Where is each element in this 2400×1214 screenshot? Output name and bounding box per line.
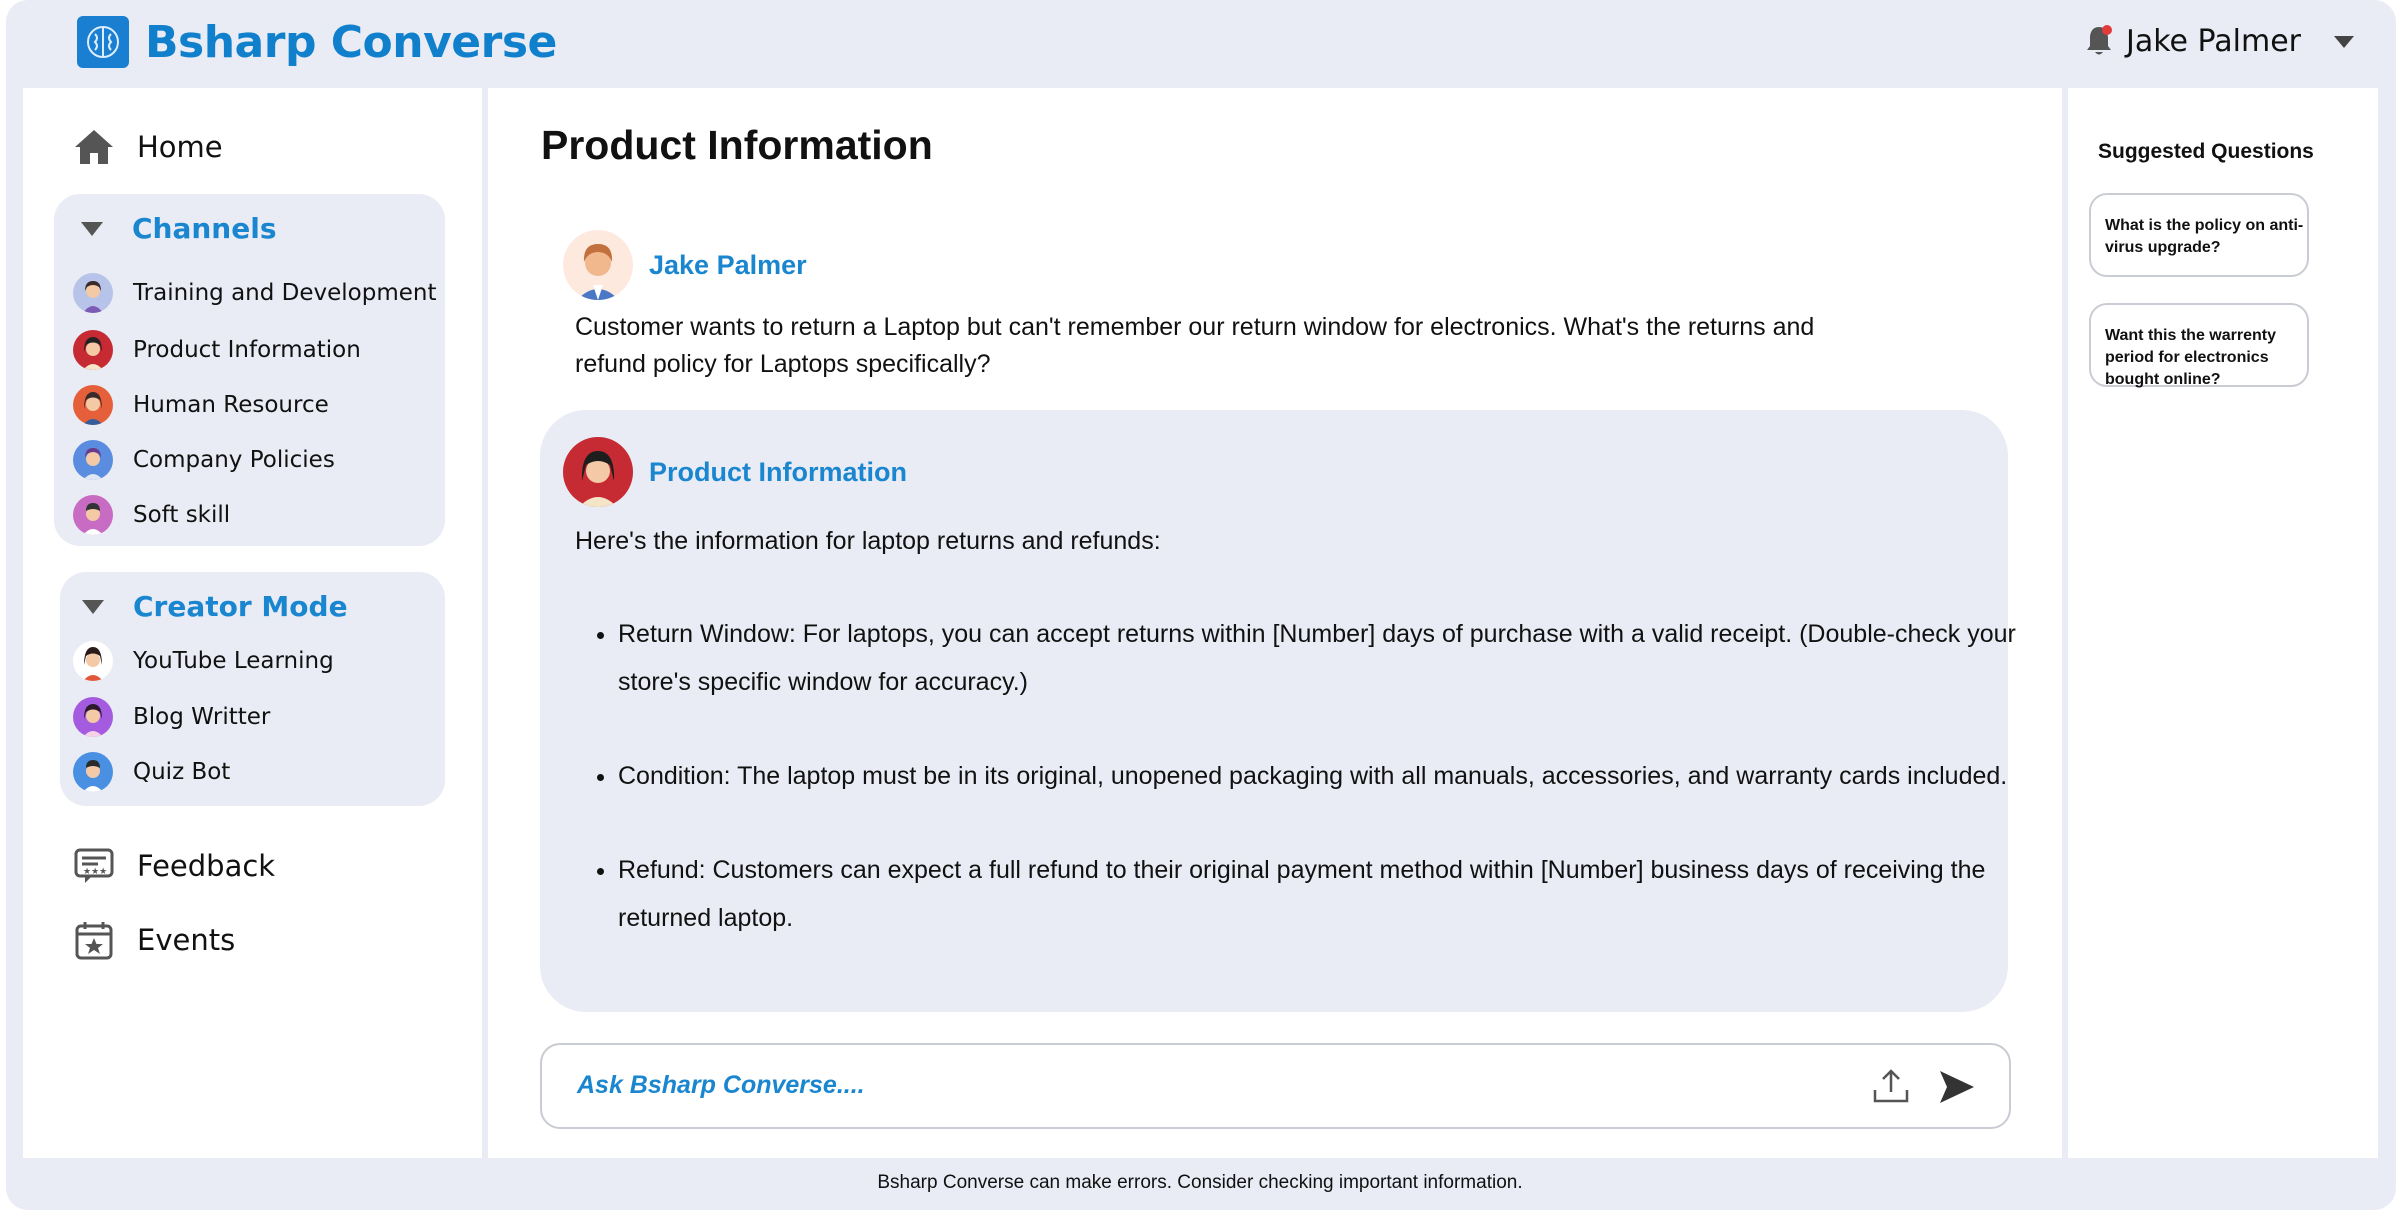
user-message-header: Jake Palmer	[563, 230, 807, 300]
chevron-down-icon[interactable]	[2332, 34, 2356, 50]
chat-input-placeholder: Ask Bsharp Converse....	[577, 1071, 865, 1099]
sidebar-item-label: Blog Writter	[133, 704, 271, 730]
creator-mode-header[interactable]: Creator Mode	[81, 590, 348, 623]
chevron-down-icon	[82, 599, 104, 614]
creator-mode-title: Creator Mode	[133, 590, 348, 623]
sidebar-item-label: Human Resource	[133, 392, 329, 418]
sidebar-item-label: Quiz Bot	[133, 759, 231, 785]
disclaimer-note: Bsharp Converse can make errors. Conside…	[877, 1172, 1523, 1193]
sidebar-item-label: Home	[137, 130, 223, 164]
svg-text:★★★: ★★★	[83, 867, 107, 877]
suggestions-title: Suggested Questions	[2098, 140, 2314, 163]
list-item: Condition: The laptop must be in its ori…	[618, 752, 2018, 800]
user-menu-name[interactable]: Jake Palmer	[2126, 24, 2301, 59]
notification-bell-icon[interactable]	[2083, 24, 2115, 58]
sidebar-item-human-resource[interactable]: Human Resource	[73, 385, 329, 425]
avatar	[73, 385, 113, 425]
app-title: Bsharp Converse	[145, 17, 557, 68]
sidebar-item-label: Feedback	[137, 849, 276, 883]
sidebar-item-youtube-learning[interactable]: YouTube Learning	[73, 641, 334, 681]
list-item: Return Window: For laptops, you can acce…	[618, 610, 2018, 706]
avatar	[73, 641, 113, 681]
avatar	[563, 230, 633, 300]
avatar	[73, 495, 113, 535]
sidebar-item-home[interactable]: Home	[73, 126, 223, 168]
home-icon	[75, 130, 113, 164]
avatar	[73, 330, 113, 370]
send-icon[interactable]	[1938, 1069, 1976, 1105]
avatar	[73, 273, 113, 313]
sidebar-item-blog-writter[interactable]: Blog Writter	[73, 697, 270, 737]
sidebar-item-label: Product Information	[133, 337, 361, 363]
calendar-icon	[75, 922, 113, 960]
sidebar-item-events[interactable]: Events	[73, 919, 235, 961]
brain-logo-icon	[77, 16, 129, 68]
sidebar-item-label: Events	[137, 923, 236, 957]
suggested-question[interactable]: What is the policy on anti-virus upgrade…	[2089, 193, 2309, 277]
list-item: Refund: Customers can expect a full refu…	[618, 846, 2018, 942]
bot-message-list: Return Window: For laptops, you can acce…	[575, 610, 2018, 942]
sidebar-item-feedback[interactable]: ★★★ Feedback	[73, 845, 275, 887]
sidebar-item-company-policies[interactable]: Company Policies	[73, 440, 335, 480]
sidebar-item-label: Company Policies	[133, 447, 335, 473]
upload-icon[interactable]	[1871, 1066, 1911, 1106]
chat-input[interactable]: Ask Bsharp Converse....	[540, 1043, 2011, 1129]
sidebar-item-label: Soft skill	[133, 502, 231, 528]
avatar	[563, 437, 633, 507]
sidebar-item-label: YouTube Learning	[133, 648, 334, 674]
bot-message-header: Product Information	[563, 437, 907, 507]
avatar	[73, 440, 113, 480]
sidebar-item-soft-skill[interactable]: Soft skill	[73, 495, 230, 535]
feedback-icon: ★★★	[74, 848, 114, 883]
channels-header[interactable]: Channels	[80, 212, 277, 245]
sidebar-item-quiz-bot[interactable]: Quiz Bot	[73, 752, 230, 792]
avatar	[73, 697, 113, 737]
channels-group	[54, 194, 445, 546]
suggested-question[interactable]: Want this the warrenty period for electr…	[2089, 303, 2309, 388]
sender-name: Product Information	[649, 456, 907, 487]
channels-title: Channels	[132, 212, 277, 245]
page-title: Product Information	[541, 122, 933, 168]
sidebar-item-product-information[interactable]: Product Information	[73, 330, 361, 370]
user-message-text: Customer wants to return a Laptop but ca…	[575, 313, 1815, 378]
sender-name: Jake Palmer	[649, 249, 807, 280]
chevron-down-icon	[81, 221, 103, 236]
avatar	[73, 752, 113, 792]
sidebar-item-label: Training and Development	[133, 280, 437, 306]
bot-message-intro: Here's the information for laptop return…	[575, 527, 1161, 555]
sidebar-item-training[interactable]: Training and Development	[73, 273, 436, 313]
